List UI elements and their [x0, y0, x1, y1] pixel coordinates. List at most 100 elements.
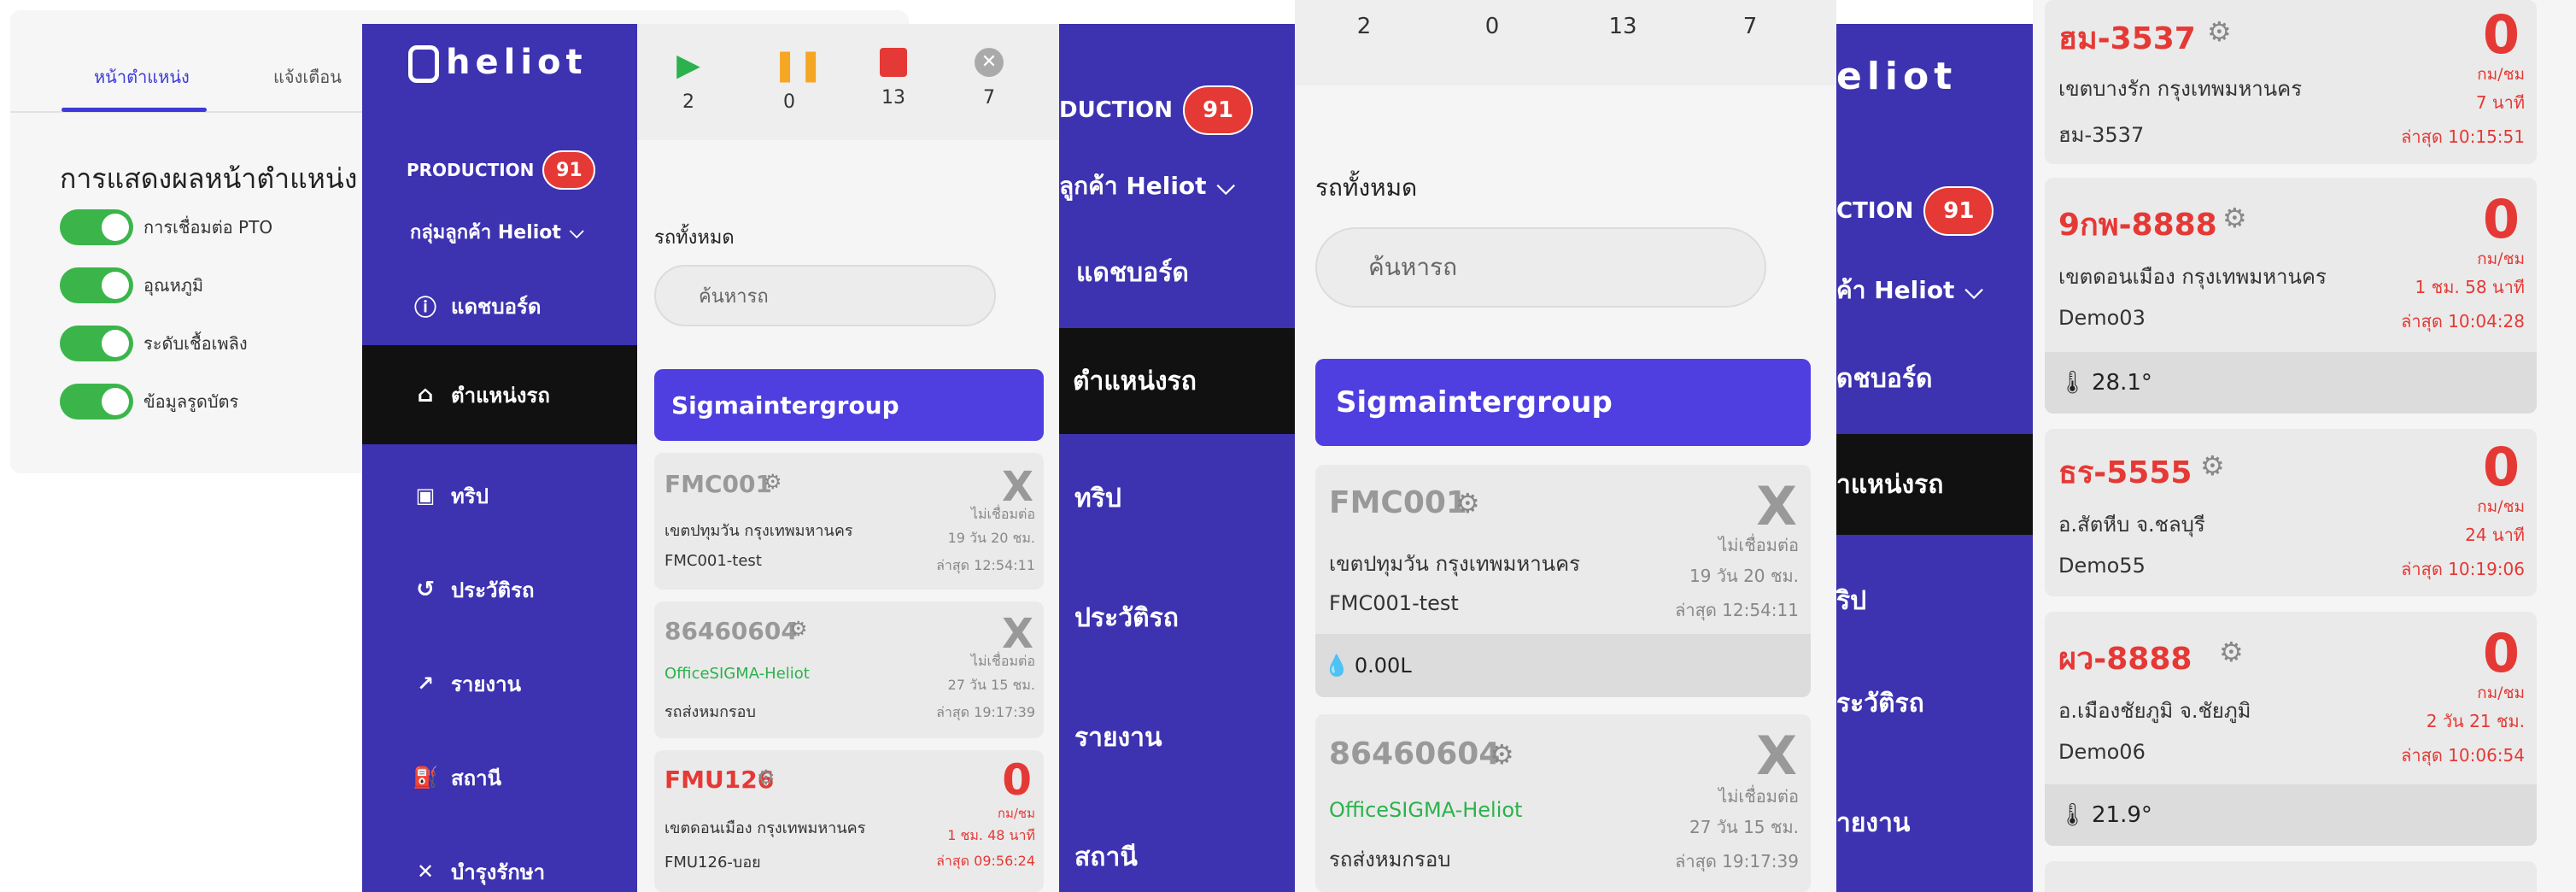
- stat-offline[interactable]: ✕ 7: [972, 48, 1006, 109]
- vehicle-driver: FMC001-test: [664, 552, 762, 570]
- customer-group-select[interactable]: ค้า Heliot ⌵: [1836, 272, 1983, 309]
- vehicle-address: อ.สัตหีบ จ.ชลบุรี: [2058, 513, 2205, 537]
- production-env[interactable]: PRODUCTION 91: [407, 150, 596, 190]
- sidebar-item-label: รายงาน: [451, 672, 522, 696]
- stat-running[interactable]: 2: [1343, 14, 1385, 39]
- play-icon: ▶: [676, 48, 700, 83]
- all-vehicles-label: รถทั้งหมด: [1315, 173, 1418, 202]
- sidebar-item-trip[interactable]: ริป: [1836, 554, 2033, 648]
- toggle-row-pto[interactable]: การเชื่อมต่อ PTO: [60, 208, 272, 246]
- thermometer-icon: 🌡: [2058, 802, 2087, 828]
- stat-stopped[interactable]: 13: [868, 48, 919, 109]
- sidebar-item-dashboard[interactable]: ⓘ แดชบอร์ด: [362, 263, 637, 349]
- stat-paused[interactable]: 0: [1471, 14, 1513, 39]
- settings-title: การแสดงผลหน้าตำแหน่ง: [60, 162, 358, 195]
- sidebar-item-dashboard[interactable]: แดชบอร์ด: [1059, 226, 1295, 320]
- gear-icon[interactable]: ⚙: [789, 617, 808, 641]
- vehicle-reg: ผว-8888: [2058, 642, 2193, 677]
- search-input[interactable]: ค้นหารถ: [654, 265, 996, 326]
- tab-position[interactable]: หน้าตำแหน่ง: [94, 63, 190, 91]
- toggle-row-temperature[interactable]: อุณหภูมิ: [60, 267, 203, 304]
- customer-group-select[interactable]: กลุ่มลูกค้า Heliot ⌵: [410, 217, 584, 247]
- temperature-toggle[interactable]: [60, 267, 133, 303]
- vehicle-card[interactable]: 86460604 ⚙ OfficeSIGMA-Heliot รถส่งหมกรอ…: [1315, 714, 1811, 892]
- duration: 1 ชม. 48 นาที: [947, 827, 1035, 843]
- toggle-row-fuel[interactable]: ระดับเชื้อเพลิง: [60, 325, 248, 362]
- sidebar-item-report[interactable]: ายงาน: [1836, 776, 2033, 870]
- chevron-down-icon: ⌵: [569, 221, 584, 243]
- production-env[interactable]: DUCTION 91: [1059, 85, 1254, 135]
- sidebar-item-station[interactable]: สถานี: [1059, 810, 1295, 892]
- no-connection-label: ไม่เชื่อมต่อ: [1718, 786, 1799, 807]
- sidebar-item-report[interactable]: ↗ รายงาน: [362, 641, 637, 726]
- stat-running[interactable]: ▶ 2: [671, 48, 705, 113]
- speed-unit: กม/ชม: [2477, 249, 2525, 268]
- stat-offline[interactable]: 7: [1729, 14, 1771, 39]
- sidebar-item-trip[interactable]: ทริป: [1059, 451, 1295, 545]
- tab-alert[interactable]: แจ้งเตือน: [273, 63, 342, 91]
- logo-icon: [408, 45, 439, 83]
- vehicle-card[interactable]: FMC001 ⚙ เขตปทุมวัน กรุงเทพมหานคร FMC001…: [654, 453, 1044, 590]
- sidebar-item-station[interactable]: ⛽ สถานี: [362, 735, 637, 820]
- gear-icon[interactable]: ⚙: [1490, 738, 1514, 771]
- vehicle-address: เขตปทุมวัน กรุงเทพมหานคร: [664, 522, 853, 540]
- sidebar-item-history[interactable]: ระวัติรถ: [1836, 656, 2033, 750]
- group-header[interactable]: Sigmaintergroup: [654, 369, 1044, 441]
- vehicle-card[interactable]: [2045, 861, 2537, 892]
- gear-icon[interactable]: ⚙: [764, 470, 782, 494]
- history-icon: ↺: [416, 577, 435, 602]
- card-swipe-toggle[interactable]: [60, 384, 133, 420]
- gear-icon[interactable]: ⚙: [2219, 636, 2244, 668]
- gear-icon[interactable]: ⚙: [2207, 15, 2232, 48]
- sidebar-item-history[interactable]: ประวัติรถ: [1059, 571, 1295, 665]
- gear-icon[interactable]: ⚙: [2222, 202, 2247, 234]
- vehicle-card[interactable]: 86460604 ⚙ OfficeSIGMA-Heliot รถส่งหมกรอ…: [654, 602, 1044, 738]
- sidebar-item-position[interactable]: าแหน่งรถ: [1836, 434, 2033, 535]
- production-badge: 91: [1183, 85, 1254, 135]
- production-label: PRODUCTION: [407, 160, 535, 180]
- sidebar-item-maintenance[interactable]: ✕ บำรุงรักษา: [362, 829, 637, 892]
- sidebar-item-position[interactable]: ตำแหน่งรถ: [1059, 328, 1295, 434]
- vehicle-card[interactable]: 9กพ-8888 ⚙ เขตดอนเมือง กรุงเทพมหานคร Dem…: [2045, 178, 2537, 414]
- group-label: ลูกค้า Heliot: [1059, 172, 1207, 200]
- fuel-toggle[interactable]: [60, 326, 133, 361]
- gear-icon[interactable]: ⚙: [1455, 487, 1480, 519]
- group-header[interactable]: Sigmaintergroup: [1315, 359, 1811, 446]
- toggle-row-card[interactable]: ข้อมูลรูดบัตร: [60, 383, 238, 420]
- production-env[interactable]: CTION 91: [1836, 186, 1994, 236]
- duration: 19 วัน 20 ชม.: [1689, 566, 1799, 586]
- gear-icon[interactable]: ⚙: [757, 766, 776, 789]
- temperature-value: 21.9°: [2092, 802, 2152, 828]
- vehicle-card[interactable]: FMU126 ⚙ เขตดอนเมือง กรุงเทพมหานคร FMU12…: [654, 750, 1044, 892]
- speed-value: 0: [2482, 3, 2520, 66]
- sidebar-item-trip[interactable]: ▣ ทริป: [362, 453, 637, 538]
- vehicle-driver: FMC001-test: [1329, 591, 1459, 615]
- stat-stopped[interactable]: 13: [1597, 14, 1648, 39]
- vehicle-card[interactable]: FMC001 ⚙ เขตปทุมวัน กรุงเทพมหานคร FMC001…: [1315, 465, 1811, 697]
- sidebar-item-label: ประวัติรถ: [451, 578, 535, 602]
- sidebar-item-report[interactable]: รายงาน: [1059, 690, 1295, 784]
- vehicle-card[interactable]: ผว-8888 ⚙ อ.เมืองชัยภูมิ จ.ชัยภูมิ Demo0…: [2045, 612, 2537, 846]
- heliot-logo: eliot: [1836, 55, 1958, 98]
- sidebar-item-label: แดชบอร์ด: [451, 294, 542, 319]
- search-input[interactable]: ค้นหารถ: [1315, 227, 1766, 308]
- sidebar-item-position[interactable]: ⌂ ตำแหน่งรถ: [362, 345, 637, 444]
- duration: 27 วัน 15 ชม.: [1689, 817, 1799, 837]
- sidebar-item-history[interactable]: ↺ ประวัติรถ: [362, 547, 637, 632]
- vehicle-address: อ.เมืองชัยภูมิ จ.ชัยภูมิ: [2058, 699, 2251, 723]
- vehicle-card[interactable]: ธร-5555 ⚙ อ.สัตหีบ จ.ชลบุรี Demo55 0 กม/…: [2045, 429, 2537, 596]
- vehicle-reg: ธร-5555: [2058, 455, 2193, 490]
- pto-toggle[interactable]: [60, 209, 133, 245]
- sidebar-item-label: บำรุงรักษา: [451, 860, 546, 884]
- trip-icon: ▣: [415, 484, 436, 508]
- sidebar-item-label: สถานี: [451, 766, 502, 790]
- sidebar-item-dashboard[interactable]: ดชบอร์ด: [1836, 332, 2033, 425]
- gear-icon[interactable]: ⚙: [2200, 449, 2225, 482]
- sidebar-item-label: รายงาน: [1074, 722, 1162, 753]
- sidebar-item-label: ริป: [1836, 585, 1867, 616]
- customer-group-select[interactable]: ลูกค้า Heliot ⌵: [1059, 167, 1235, 205]
- vehicle-card[interactable]: ฮม-3537 ⚙ เขตบางรัก กรุงเทพมหานคร ฮม-353…: [2045, 0, 2537, 164]
- stat-paused[interactable]: ❚❚ 0: [772, 48, 823, 113]
- vehicle-driver: รถส่งหมกรอบ: [1329, 848, 1451, 871]
- sidebar-item-label: ทริป: [451, 484, 489, 508]
